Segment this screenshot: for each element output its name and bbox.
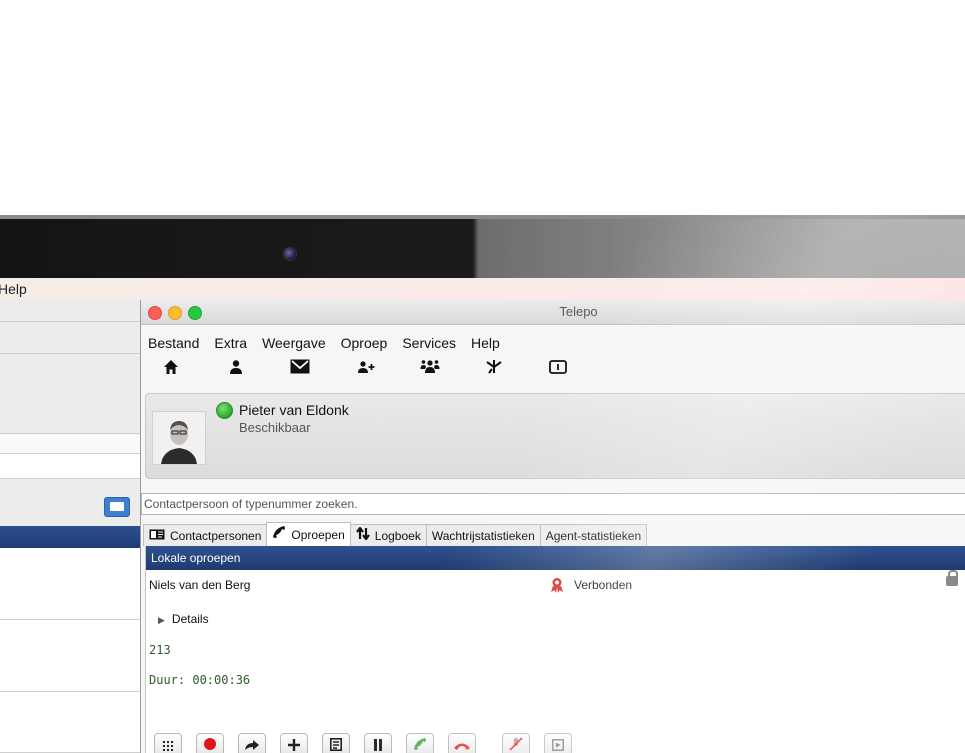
host-menubar: Help (0, 278, 965, 301)
bg-row (0, 434, 140, 454)
details-label: Details (171, 612, 209, 626)
bg-row (0, 322, 140, 354)
notes-button[interactable] (322, 733, 350, 753)
bg-row (0, 620, 140, 692)
home-icon[interactable] (160, 359, 182, 381)
mail-icon[interactable] (289, 359, 311, 381)
laptop-bezel (0, 215, 965, 278)
record-icon (204, 738, 216, 750)
section-header: Lokale oproepen (146, 546, 965, 570)
profile-status[interactable]: Beschikbaar (239, 420, 311, 435)
add-call-button[interactable] (280, 733, 308, 753)
plus-icon (288, 739, 300, 751)
tab-wachtrijstatistieken[interactable]: Wachtrijstatistieken (425, 524, 541, 546)
bg-row (0, 354, 140, 434)
menu-services[interactable]: Services (395, 333, 464, 353)
caller-name[interactable]: Niels van den Berg (149, 578, 250, 592)
add-person-icon[interactable] (355, 359, 377, 381)
tab-bar: Contactpersonen Oproepen Logboek Wachtri… (143, 522, 648, 546)
video-button[interactable] (544, 733, 572, 753)
call-duration: Duur: 00:00:36 (149, 673, 251, 687)
call-state: Verbonden (574, 578, 633, 592)
menu-bestand[interactable]: Bestand (141, 333, 207, 353)
answer-phone-icon (414, 738, 426, 750)
presence-status-dot (216, 402, 233, 419)
mute-button[interactable] (502, 733, 530, 753)
host-menu-help[interactable]: Help (0, 278, 27, 300)
bg-row (0, 548, 140, 620)
background-window (0, 300, 140, 753)
telepo-window: Telepo Bestand Extra Weergave Oproep Ser… (140, 300, 965, 753)
calls-panel: Lokale oproepen Niels van den Berg Verbo… (145, 546, 965, 753)
lock-icon (946, 570, 958, 586)
screen: Help Telepo Bestand Extra Weergave Oproe… (0, 278, 965, 753)
keypad-icon (163, 741, 173, 751)
tab-label: Oproepen (291, 527, 345, 542)
hangup-button[interactable] (448, 733, 476, 753)
contact-card-icon (149, 526, 165, 546)
notes-icon (330, 738, 342, 751)
forward-arrow-icon (245, 740, 259, 750)
mute-mic-icon (509, 737, 523, 751)
bg-row (0, 300, 140, 322)
keypad-button[interactable] (154, 733, 182, 753)
tab-label: Contactpersonen (170, 528, 262, 543)
tab-label: Wachtrijstatistieken (431, 528, 535, 543)
contact-search-input[interactable]: Contactpersoon of typenummer zoeken. (141, 493, 965, 515)
bezel-glare (475, 219, 965, 278)
app-menubar: Bestand Extra Weergave Oproep Services H… (141, 333, 508, 353)
bg-row (0, 692, 140, 753)
details-toggle[interactable]: ▶ Details (158, 612, 209, 626)
profile-name: Pieter van Eldonk (239, 402, 349, 418)
tab-label: Logboek (374, 528, 421, 543)
pause-icon (374, 739, 382, 751)
main-toolbar (141, 357, 965, 383)
phone-icon (272, 525, 286, 545)
webcam-icon (283, 247, 297, 261)
person-icon[interactable] (225, 359, 247, 381)
menu-weergave[interactable]: Weergave (255, 333, 334, 353)
record-button[interactable] (196, 733, 224, 753)
info-box-icon[interactable] (547, 359, 569, 381)
tab-contactpersonen[interactable]: Contactpersonen (143, 524, 268, 546)
transfer-call-button[interactable] (238, 733, 266, 753)
window-title: Telepo (559, 304, 598, 319)
tab-logboek[interactable]: Logboek (349, 524, 427, 546)
bg-row (0, 454, 140, 479)
video-icon (552, 739, 564, 751)
menu-oproep[interactable]: Oproep (334, 333, 396, 353)
answer-button[interactable] (406, 733, 434, 753)
contact-card-button[interactable] (104, 497, 130, 517)
avatar[interactable] (152, 411, 206, 465)
group-icon[interactable] (419, 359, 441, 381)
log-arrows-icon (355, 525, 370, 546)
menu-help[interactable]: Help (464, 333, 508, 353)
menu-extra[interactable]: Extra (207, 333, 255, 353)
connected-icon (549, 577, 565, 596)
transfer-icon[interactable] (483, 359, 505, 381)
tab-label: Agent-statistieken (545, 528, 642, 543)
hangup-phone-icon (454, 743, 470, 750)
disclosure-triangle-icon: ▶ (158, 615, 165, 625)
hold-button[interactable] (364, 733, 392, 753)
title-bar: Telepo (141, 300, 965, 325)
profile-card: Pieter van Eldonk Beschikbaar (145, 393, 965, 479)
tab-agent-statistieken[interactable]: Agent-statistieken (539, 524, 648, 546)
call-number: 213 (149, 643, 171, 657)
tab-oproepen[interactable]: Oproepen (266, 522, 351, 546)
bg-header-strip (0, 526, 140, 548)
